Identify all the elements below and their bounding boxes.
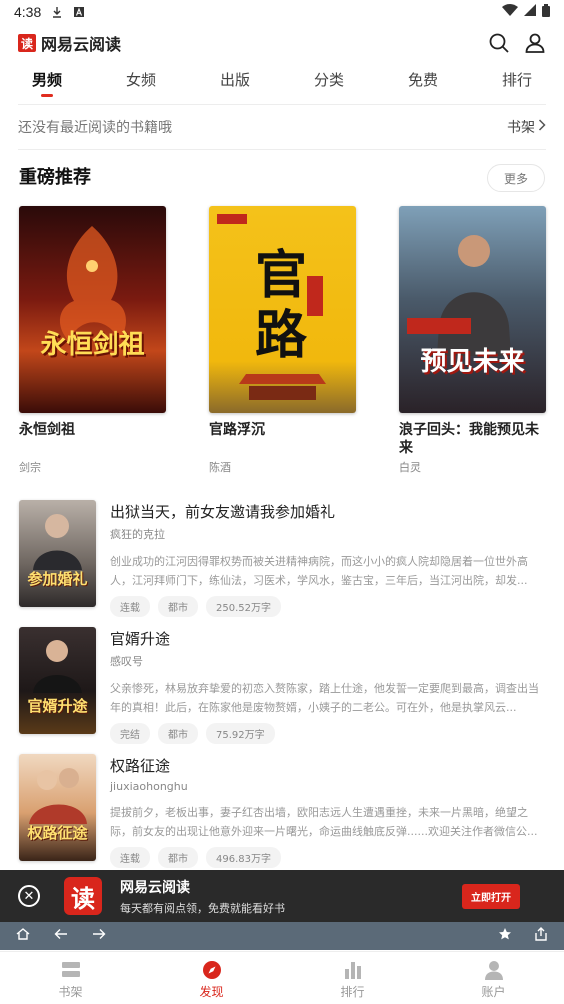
genre-tag: 都市 <box>158 847 198 868</box>
app-logo: 读 <box>18 34 36 52</box>
nav-account[interactable]: 账户 <box>423 952 564 1004</box>
status-time: 4:38 <box>14 4 42 20</box>
app-header: 读 网易云阅读 <box>0 28 564 58</box>
featured-book[interactable]: 预见未来 浪子回头：我能预见未来 白灵 <box>399 206 546 486</box>
featured-book[interactable]: 官路 官路浮沉 陈酒 <box>209 206 356 486</box>
word-count-tag: 250.52万字 <box>206 596 281 617</box>
book-title: 官婿升途 <box>110 630 171 648</box>
list-item[interactable]: 权路征途 权路征途 jiuxiaohonghu 提拔前夕，老板出事，妻子红杏出墙… <box>19 754 546 881</box>
nav-discover[interactable]: 发现 <box>141 952 282 1004</box>
tab-male[interactable]: 男频 <box>0 60 94 102</box>
nav-account-label: 账户 <box>481 985 506 999</box>
bookshelf-icon <box>60 960 82 980</box>
chevron-right-icon <box>538 119 546 135</box>
book-cover[interactable]: 官婿升途 <box>19 627 96 734</box>
genre-tag: 都市 <box>158 723 198 744</box>
book-description: 创业成功的江河因得罪权势而被关进精神病院，而这小小的疯人院却隐居着一位世外高人，… <box>110 555 528 587</box>
book-author: 感叹号 <box>110 655 143 668</box>
book-list: 参加婚礼 出狱当天，前女友邀请我参加婚礼 疯狂的克拉 创业成功的江河因得罪权势而… <box>19 500 546 881</box>
nav-discover-label: 发现 <box>199 985 224 999</box>
battery-icon <box>542 3 550 21</box>
wifi-icon <box>502 4 518 20</box>
word-count-tag: 75.92万字 <box>206 723 275 744</box>
book-cover[interactable]: 官路 <box>209 206 356 413</box>
browser-toolbar <box>0 922 564 950</box>
category-tabs: 男频 女频 出版 分类 免费 排行 <box>0 60 564 102</box>
featured-book[interactable]: 永恒剑祖 永恒剑祖 剑宗 <box>19 206 166 486</box>
cover-title: 永恒剑祖 <box>40 330 145 360</box>
bookmark-star-icon[interactable] <box>498 927 512 945</box>
cover-title: 预见未来 <box>420 347 525 377</box>
section-title: 重磅推荐 <box>19 167 91 188</box>
list-item[interactable]: 官婿升途 官婿升途 感叹号 父亲惨死，林易放弃挚爱的初恋入赘陈家，踏上仕途，他发… <box>19 627 546 754</box>
nav-bookshelf[interactable]: 书架 <box>0 952 141 1004</box>
tab-publish[interactable]: 出版 <box>188 60 282 102</box>
recent-empty-text: 还没有最近阅读的书籍哦 <box>18 120 172 136</box>
discover-icon <box>201 960 223 980</box>
download-icon <box>51 6 63 18</box>
book-title: 官路浮沉 <box>209 422 265 438</box>
forward-icon[interactable] <box>92 928 106 944</box>
book-author: 陈酒 <box>209 461 231 474</box>
status-tag: 连载 <box>110 596 150 617</box>
nav-bookshelf-label: 书架 <box>58 985 83 999</box>
notification-a-icon <box>73 6 85 18</box>
list-item[interactable]: 参加婚礼 出狱当天，前女友邀请我参加婚礼 疯狂的克拉 创业成功的江河因得罪权势而… <box>19 500 546 627</box>
search-icon[interactable] <box>488 32 510 54</box>
cover-title: 官路 <box>254 246 307 366</box>
tab-category[interactable]: 分类 <box>282 60 376 102</box>
cover-title: 权路征途 <box>27 824 88 842</box>
nav-ranking[interactable]: 排行 <box>282 952 423 1004</box>
share-icon[interactable] <box>534 927 548 945</box>
bookshelf-link[interactable]: 书架 <box>507 117 546 137</box>
status-tag: 连载 <box>110 847 150 868</box>
recent-reading-bar: 还没有最近阅读的书籍哦 书架 <box>18 104 546 150</box>
book-author: 剑宗 <box>19 461 41 474</box>
book-description: 提拔前夕，老板出事，妻子红杏出墙，欧阳志远人生遭遇重挫，未来一片黑暗，绝望之际，… <box>110 806 538 838</box>
app-promo-banner: ✕ 读 网易云阅读 每天都有阅点领，免费就能看好书 立即打开 <box>0 870 564 922</box>
promo-app-name: 网易云阅读 <box>120 879 190 896</box>
signal-icon <box>524 4 536 20</box>
book-cover[interactable]: 参加婚礼 <box>19 500 96 607</box>
promo-subtitle: 每天都有阅点领，免费就能看好书 <box>120 901 285 915</box>
app-name: 网易云阅读 <box>41 35 122 54</box>
ranking-icon <box>342 960 364 980</box>
book-author: jiuxiaohonghu <box>110 780 188 793</box>
cover-title: 官婿升途 <box>27 697 88 715</box>
book-author: 疯狂的克拉 <box>110 528 165 541</box>
home-icon[interactable] <box>16 928 30 944</box>
bookshelf-link-label: 书架 <box>507 120 535 136</box>
status-tag: 完结 <box>110 723 150 744</box>
tab-free[interactable]: 免费 <box>376 60 470 102</box>
status-bar: 4:38 <box>0 0 564 24</box>
book-title: 浪子回头：我能预见未来 <box>399 422 539 456</box>
account-icon <box>483 960 505 980</box>
cover-title: 参加婚礼 <box>27 570 88 588</box>
close-icon[interactable]: ✕ <box>18 885 40 907</box>
promo-app-logo: 读 <box>64 877 102 915</box>
back-icon[interactable] <box>54 928 68 944</box>
tab-ranking[interactable]: 排行 <box>470 60 564 102</box>
genre-tag: 都市 <box>158 596 198 617</box>
word-count-tag: 496.83万字 <box>206 847 281 868</box>
more-button[interactable]: 更多 <box>487 164 545 192</box>
book-cover[interactable]: 永恒剑祖 <box>19 206 166 413</box>
book-cover[interactable]: 权路征途 <box>19 754 96 861</box>
book-title: 出狱当天，前女友邀请我参加婚礼 <box>110 503 336 521</box>
account-icon[interactable] <box>524 32 546 54</box>
nav-ranking-label: 排行 <box>340 985 365 999</box>
book-title: 永恒剑祖 <box>19 422 75 438</box>
open-app-button[interactable]: 立即打开 <box>462 883 520 909</box>
tab-female[interactable]: 女频 <box>94 60 188 102</box>
featured-books: 永恒剑祖 永恒剑祖 剑宗 官路 官路浮沉 陈酒 预见未来 浪子回头：我能预见未来 <box>19 206 546 486</box>
book-author: 白灵 <box>399 461 421 474</box>
book-title: 权路征途 <box>110 757 171 775</box>
book-cover[interactable]: 预见未来 <box>399 206 546 413</box>
bottom-navigation: 书架 发现 排行 账户 <box>0 951 564 1004</box>
book-description: 父亲惨死，林易放弃挚爱的初恋入赘陈家，踏上仕途，他发誓一定要爬到最高，调查出当年… <box>110 682 539 714</box>
